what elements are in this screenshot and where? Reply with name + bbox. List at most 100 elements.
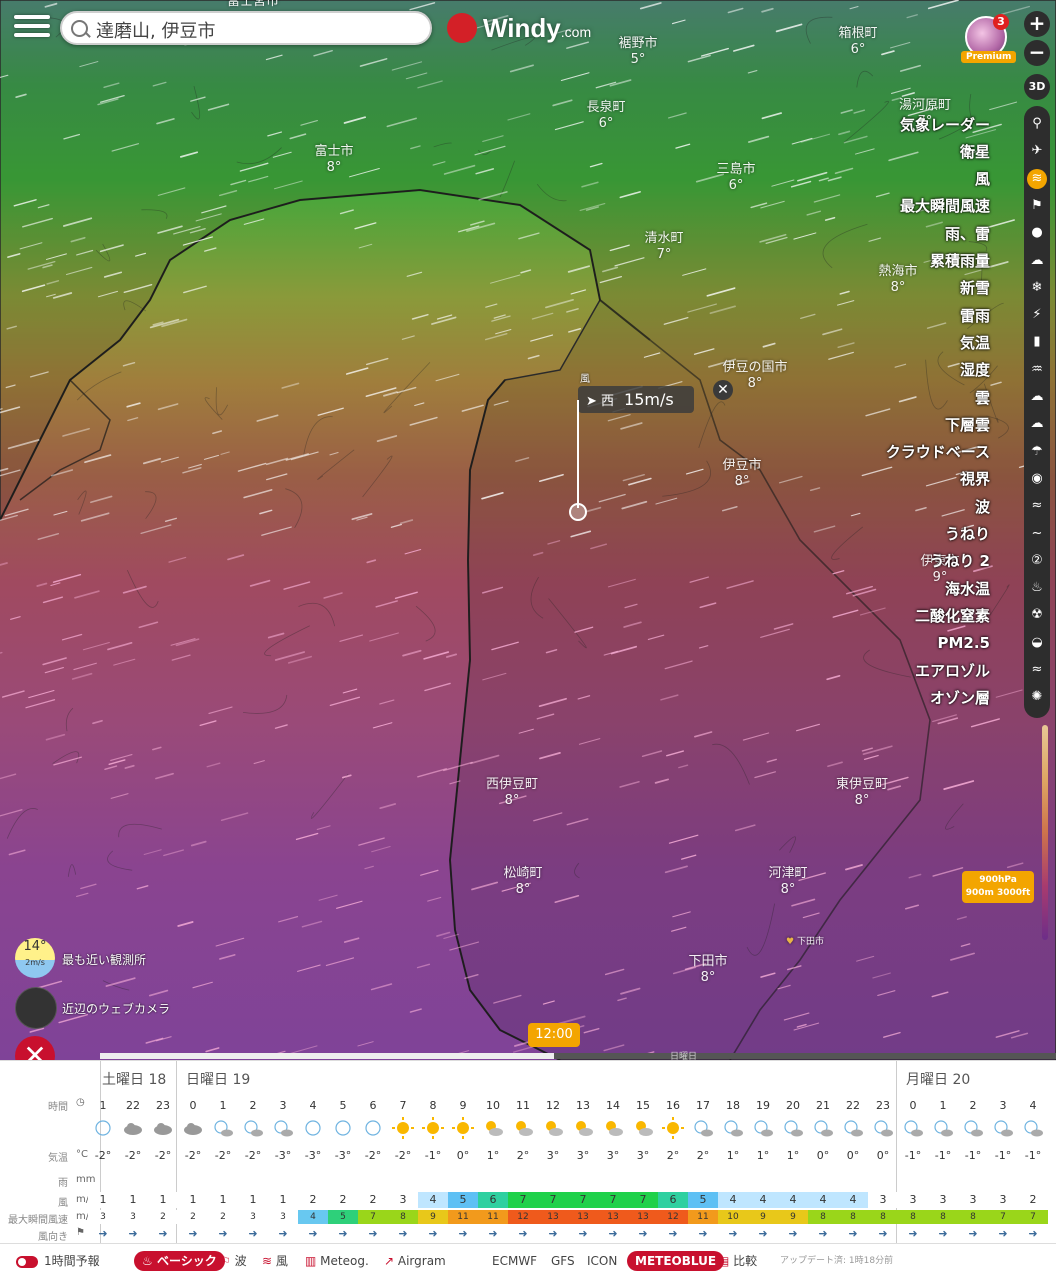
layer-item[interactable]: 視界 [790,467,990,491]
layer-item[interactable]: 風 [790,167,990,191]
layer-item[interactable]: 衛星 [790,139,990,163]
webcam-button[interactable] [15,987,57,1029]
waves-tab[interactable]: ⚐ 波 [220,1251,247,1271]
nearest-station-label[interactable]: 最も近い観測所 [62,951,146,968]
layer-item[interactable]: 海水温 [790,576,990,600]
altitude-badge[interactable]: 900hPa 900m 3000ft [962,871,1034,903]
city-label[interactable]: 西伊豆町 8° [486,777,538,809]
hour-cell: 4 [298,1099,328,1112]
webcam-label[interactable]: 近辺のウェブカメラ [62,1000,170,1017]
search-bar[interactable] [60,11,432,45]
close-popup-icon[interactable]: ✕ [713,380,733,400]
city-label[interactable]: 箱根町 6° [838,26,877,58]
wind-streak [112,144,138,151]
wind-streak [106,978,134,986]
layer-item[interactable]: PM2.5 [790,631,990,655]
eye-icon[interactable]: ◉ [1027,469,1047,489]
wind-icon[interactable]: ≋ [1027,169,1047,189]
layer-item[interactable]: 湿度 [790,358,990,382]
hour-cell: 10 [478,1099,508,1112]
premium-badge[interactable]: Premium [961,51,1016,63]
gfs-model-button[interactable]: GFS [551,1251,575,1271]
layer-item[interactable]: 雨、雷 [790,221,990,245]
hamburger-menu-button[interactable] [14,12,50,42]
temp-cell: 1° [718,1149,748,1162]
pm25-icon[interactable]: ◒ [1027,633,1047,653]
city-label[interactable]: 松崎町 8° [503,866,542,898]
nearest-station-button[interactable]: 14° 2m/s [15,938,55,978]
zoom-out-button[interactable]: − [1024,40,1050,66]
swimmer-icon[interactable]: ~ [1027,524,1047,544]
city-label[interactable]: 裾野市 5° [618,36,657,68]
city-label[interactable]: 清水町 7° [644,231,683,263]
city-label[interactable]: 東伊豆町 8° [836,777,888,809]
city-label[interactable]: 富士宮市 [227,0,279,10]
cloud-rain-icon[interactable]: ☁ [1027,251,1047,271]
wind-streak [902,93,914,96]
cloud-base-icon[interactable]: ☂ [1027,442,1047,462]
layer-item[interactable]: 新雪 [790,276,990,300]
favorite-city-marker[interactable]: ♥ 下田市 [786,934,824,950]
humidity-icon[interactable]: ♒ [1027,360,1047,380]
layer-item[interactable]: 最大瞬間風速 [790,194,990,218]
icon-model-button[interactable]: ICON [587,1251,617,1271]
wind-streak [944,781,973,789]
windy-logo[interactable]: Windy.com [443,10,591,46]
thunder-icon[interactable]: ⚡ [1027,305,1047,325]
layer-item[interactable]: うねり [790,522,990,546]
flag-icon[interactable]: ⚑ [1027,196,1047,216]
cloud-icon[interactable]: ☁ [1027,387,1047,407]
wind-popup[interactable]: ➤ 西 15m/s [578,386,694,413]
sea-temp-icon[interactable]: ♨ [1027,578,1047,598]
city-label[interactable]: 三島市 6° [716,162,755,194]
3d-view-button[interactable]: 3D [1024,74,1050,100]
layer-item[interactable]: オゾン層 [790,685,990,709]
search-input[interactable] [94,18,418,42]
wind-direction-arrow-icon: ➜ [418,1227,448,1240]
location-marker[interactable] [569,503,587,521]
hourly-forecast-label[interactable]: 1時間予報 [44,1251,100,1271]
city-label[interactable]: 下田市 8° [688,954,727,986]
layer-item[interactable]: エアロゾル [790,658,990,682]
city-label[interactable]: 長泉町 6° [586,100,625,132]
airgram-tab[interactable]: ↗ Airgram [384,1251,446,1271]
temp-unit[interactable]: °C [76,1149,88,1160]
city-label[interactable]: 富士市 8° [314,144,353,176]
hourly-toggle[interactable] [16,1256,38,1268]
zoom-in-button[interactable]: + [1024,11,1050,37]
wind-streak [128,418,138,421]
meteoblue-model-button[interactable]: METEOBLUE [627,1251,724,1271]
timeline-bar[interactable]: 日曜日 [100,1053,1056,1059]
layer-item[interactable]: 雲 [790,385,990,409]
city-label[interactable]: 河津町 8° [768,866,807,898]
snowflake-icon[interactable]: ❄ [1027,278,1047,298]
layer-item[interactable]: クラウドベース [790,440,990,464]
wind-streak [54,757,81,765]
wind-cell: 7 [538,1192,568,1208]
layer-item[interactable]: 気象レーダー [790,112,990,136]
city-label[interactable]: 伊豆市 8° [722,458,761,490]
wind-streak [599,494,625,501]
basic-tab[interactable]: ♨ ベーシック [134,1251,225,1271]
layer-item[interactable]: 雷雨 [790,303,990,327]
layer-item[interactable]: 累積雨量 [790,249,990,273]
layer-item[interactable]: 二酸化窒素 [790,603,990,627]
wind-streak [857,956,874,961]
rain-unit[interactable]: mm [76,1174,95,1185]
wind-streak [884,1033,900,1038]
altitude-slider[interactable] [1042,725,1048,940]
meteogram-tab[interactable]: ▥ Meteog. [305,1251,369,1271]
layer-item[interactable]: うねり 2 [790,549,990,573]
wind-streak [803,913,819,917]
compare-button[interactable]: ▤ 比較 [718,1251,757,1271]
timeline-current-time[interactable]: 12:00 [528,1023,580,1047]
wind-tab[interactable]: ≋ 風 [262,1251,288,1271]
aerosol-icon[interactable]: ≈ [1027,660,1047,680]
layer-item[interactable]: 気温 [790,330,990,354]
radar-icon[interactable]: ⚲ [1027,114,1047,134]
ecmwf-model-button[interactable]: ECMWF [492,1251,537,1271]
wind-streak [666,866,687,872]
layer-item[interactable]: 波 [790,494,990,518]
layer-item[interactable]: 下層雲 [790,412,990,436]
swell2-icon[interactable]: ② [1027,551,1047,571]
